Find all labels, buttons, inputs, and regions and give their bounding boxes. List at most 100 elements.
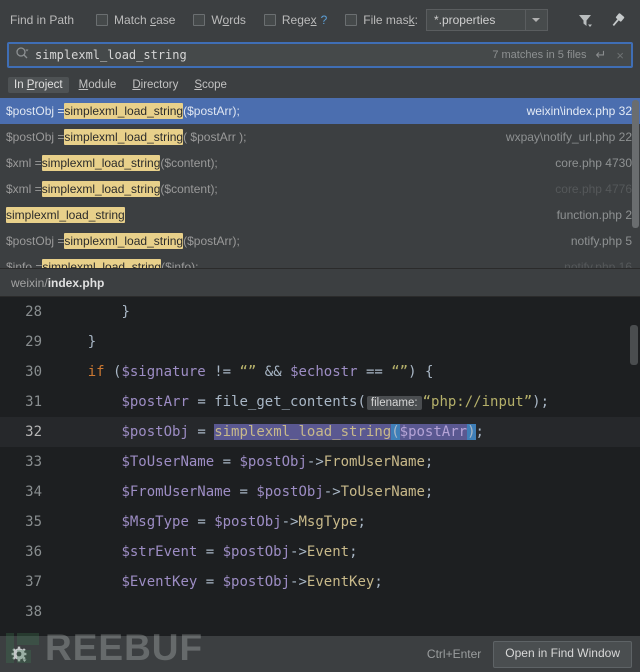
search-icon bbox=[15, 46, 29, 65]
result-code-fragment: $postObj = simplexml_load_string ($postAr… bbox=[6, 233, 559, 249]
line-number: 34 bbox=[25, 484, 42, 500]
result-match: simplexml_load_string bbox=[64, 103, 184, 119]
result-suffix: ($postArr); bbox=[183, 234, 240, 248]
file-mask-combobox[interactable]: *.properties bbox=[425, 9, 548, 31]
options-toolbar: Find in Path Match case Words Regex ? Fi… bbox=[0, 0, 640, 40]
table-row[interactable]: $postObj = simplexml_load_string ($postAr… bbox=[0, 98, 640, 124]
file-mask-dropdown-button[interactable] bbox=[524, 10, 547, 30]
code-preview[interactable]: 28 } 29 } 30 if ($signature != “” && $ec… bbox=[0, 297, 640, 636]
code-line: 34 $FromUserName = $postObj->ToUserName; bbox=[0, 477, 640, 507]
toolbar-right-icons bbox=[576, 11, 632, 29]
result-prefix: $postObj = bbox=[6, 130, 65, 144]
result-location: notify.php 5 bbox=[570, 234, 632, 248]
result-location: weixin\index.php 32 bbox=[526, 104, 632, 118]
shortcut-hint: Ctrl+Enter bbox=[426, 647, 482, 661]
open-in-find-window-button[interactable]: Open in Find Window bbox=[493, 640, 632, 668]
table-row[interactable]: $postObj = simplexml_load_string ($postAr… bbox=[0, 228, 640, 254]
table-row[interactable]: $xml = simplexml_load_string ($content); … bbox=[0, 176, 640, 202]
results-scrollbar[interactable] bbox=[632, 100, 639, 228]
find-in-path-dialog: Find in Path Match case Words Regex ? Fi… bbox=[0, 0, 640, 672]
code-line: 33 $ToUserName = $postObj->FromUserName; bbox=[0, 447, 640, 477]
line-number: 38 bbox=[25, 604, 42, 620]
file-mask-value[interactable]: *.properties bbox=[427, 10, 525, 30]
line-number: 36 bbox=[25, 544, 42, 560]
regex-help-link[interactable]: ? bbox=[321, 13, 328, 27]
result-suffix: ($info); bbox=[161, 260, 199, 269]
search-input[interactable]: simplexml_load_string 7 matches in 5 fil… bbox=[7, 42, 633, 68]
preview-file-dir: weixin/ bbox=[11, 275, 48, 290]
line-content: $postObj = simplexml_load_string($postAr… bbox=[121, 424, 484, 440]
file-mask-label: File mask: bbox=[363, 13, 418, 27]
result-match: simplexml_load_string bbox=[41, 181, 161, 197]
code-line: 35 $MsgType = $postObj->MsgType; bbox=[0, 507, 640, 537]
words-checkbox[interactable]: Words bbox=[193, 13, 246, 27]
code-line: 31 $postArr = file_get_contents(filename… bbox=[0, 387, 640, 417]
line-content: $strEvent = $postObj->Event; bbox=[121, 544, 358, 560]
regex-checkbox-box[interactable] bbox=[263, 14, 276, 26]
file-mask-checkbox[interactable]: File mask: bbox=[345, 13, 418, 27]
line-number: 29 bbox=[25, 334, 42, 350]
match-case-checkbox[interactable]: Match case bbox=[96, 13, 175, 27]
code-line: 36 $strEvent = $postObj->Event; bbox=[0, 537, 640, 567]
result-suffix: ($postArr); bbox=[183, 104, 240, 118]
table-row[interactable]: $xml = simplexml_load_string ($content); … bbox=[0, 150, 640, 176]
line-number: 30 bbox=[25, 364, 42, 380]
result-match: simplexml_load_string bbox=[42, 259, 162, 268]
result-code-fragment: $postObj = simplexml_load_string( $postA… bbox=[6, 129, 494, 145]
tab-module[interactable]: Module bbox=[73, 77, 123, 93]
code-line: 29 } bbox=[0, 327, 640, 357]
clear-search-icon[interactable]: × bbox=[616, 48, 624, 63]
result-code-fragment: simplexml_load_string bbox=[6, 207, 545, 223]
result-prefix: $info = bbox=[6, 260, 43, 269]
result-location: core.php 4776 bbox=[555, 182, 632, 196]
result-suffix: ( $postArr ); bbox=[183, 130, 247, 144]
search-results-list[interactable]: $postObj = simplexml_load_string ($postAr… bbox=[0, 98, 640, 269]
search-input-value[interactable]: simplexml_load_string bbox=[35, 48, 492, 62]
table-row[interactable]: $info = simplexml_load_string ($info); no… bbox=[0, 254, 640, 269]
result-match: simplexml_load_string bbox=[6, 207, 125, 223]
dialog-footer: Ctrl+Enter Open in Find Window bbox=[0, 636, 640, 672]
preview-file-header: weixin/index.php bbox=[0, 269, 640, 297]
preview-file-name: index.php bbox=[47, 275, 105, 290]
scope-tab-bar: In Project Module Directory Scope bbox=[0, 72, 640, 98]
line-content: } bbox=[87, 334, 97, 350]
result-code-fragment: $xml = simplexml_load_string ($content); bbox=[6, 181, 543, 197]
line-number: 37 bbox=[25, 574, 42, 590]
result-prefix: $postObj = bbox=[6, 234, 65, 248]
pin-icon[interactable] bbox=[608, 11, 626, 29]
result-location: notify.php 16 bbox=[564, 260, 632, 269]
words-checkbox-box[interactable] bbox=[193, 14, 206, 26]
table-row[interactable]: simplexml_load_string function.php 2 bbox=[0, 202, 640, 228]
gear-icon[interactable] bbox=[10, 645, 28, 663]
match-case-checkbox-box[interactable] bbox=[96, 14, 109, 26]
tab-directory[interactable]: Directory bbox=[126, 77, 184, 93]
result-location: wxpay\notify_url.php 22 bbox=[505, 130, 632, 144]
result-prefix: $xml = bbox=[6, 156, 42, 170]
result-match: simplexml_load_string bbox=[64, 129, 184, 145]
words-label: Words bbox=[211, 13, 246, 27]
code-line: 28 } bbox=[0, 297, 640, 327]
search-row: simplexml_load_string 7 matches in 5 fil… bbox=[0, 40, 640, 72]
table-row[interactable]: $postObj = simplexml_load_string( $postA… bbox=[0, 124, 640, 150]
result-suffix: ($content); bbox=[160, 182, 218, 196]
line-number: 31 bbox=[25, 394, 42, 410]
filter-icon[interactable] bbox=[576, 11, 594, 29]
chevron-down-icon bbox=[532, 18, 541, 22]
page-title: Find in Path bbox=[10, 13, 75, 27]
line-number: 28 bbox=[25, 304, 42, 320]
match-case-label: Match case bbox=[114, 13, 176, 27]
code-line: 37 $EventKey = $postObj->EventKey; bbox=[0, 567, 640, 597]
line-content: $postArr = file_get_contents(filename: “p… bbox=[121, 394, 550, 410]
result-location: core.php 4730 bbox=[555, 156, 632, 170]
result-location: function.php 2 bbox=[556, 208, 632, 222]
code-scrollbar[interactable] bbox=[630, 325, 638, 365]
file-mask-checkbox-box[interactable] bbox=[345, 14, 358, 26]
tab-in-project[interactable]: In Project bbox=[8, 77, 69, 93]
regex-checkbox[interactable]: Regex ? bbox=[263, 13, 328, 27]
code-line: 30 if ($signature != “” && $echostr == “… bbox=[0, 357, 640, 387]
tab-scope[interactable]: Scope bbox=[188, 77, 233, 93]
line-content: $FromUserName = $postObj->ToUserName; bbox=[121, 484, 434, 500]
enter-icon[interactable]: ↵ bbox=[596, 47, 607, 63]
result-code-fragment: $xml = simplexml_load_string ($content); bbox=[6, 155, 543, 171]
line-number: 32 bbox=[25, 424, 42, 440]
